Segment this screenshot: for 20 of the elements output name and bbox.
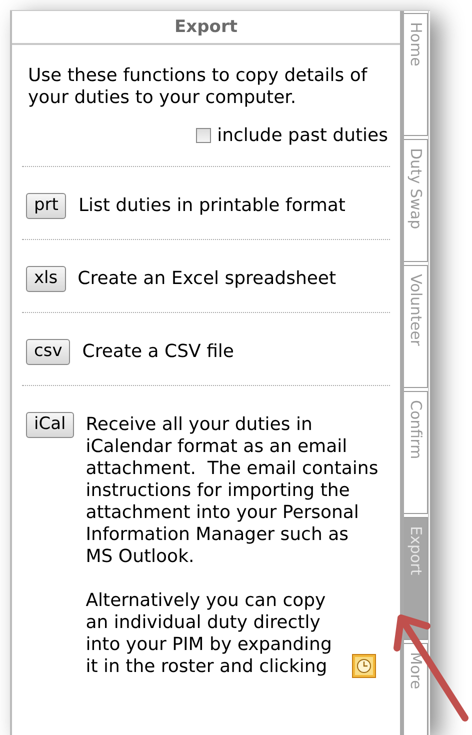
side-tab[interactable]: Export (404, 517, 428, 640)
side-tab[interactable]: Confirm (404, 391, 428, 514)
export-button[interactable]: prt (26, 193, 66, 219)
side-tab[interactable]: More (404, 643, 428, 735)
description-text: Create an Excel spreadsheet (78, 268, 338, 290)
description-text: Create a CSV file (82, 341, 235, 363)
export-button[interactable]: csv (26, 339, 70, 365)
intro-text: Use these functions to copy details of your duties to your computer. (27, 65, 368, 109)
description-text: Alternatively you can copy an individual duty directly into your PIM by expanding it in the roster and clicking (86, 590, 333, 678)
description-text: Receive all your duties in iCalendar format as an email attachment. The email contains instructions for importing the attachment into your Personal Information Manager such as MS Outlook. (86, 414, 380, 568)
panel-title: Export (12, 11, 400, 45)
side-tab[interactable]: Duty Swap (404, 139, 428, 262)
side-tab[interactable]: Home (404, 13, 428, 136)
export-button[interactable]: xls (26, 266, 66, 292)
checkbox-label: include past duties (217, 125, 388, 146)
export-button[interactable]: iCal (26, 412, 74, 438)
checkbox[interactable] (196, 128, 212, 143)
side-tab[interactable]: Volunteer (404, 265, 428, 388)
clock-icon[interactable] (352, 654, 376, 678)
description-text: List duties in printable format (78, 195, 346, 217)
